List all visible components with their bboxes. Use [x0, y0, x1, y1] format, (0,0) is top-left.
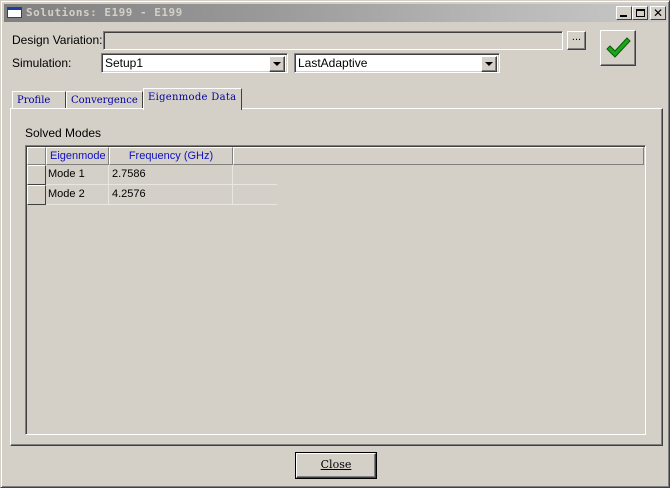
design-variation-browse-button[interactable]: ...	[567, 31, 586, 50]
checkmark-icon	[606, 37, 631, 58]
row-header[interactable]	[27, 165, 46, 185]
column-header-empty	[233, 147, 644, 165]
cell-mode-2[interactable]: Mode 2	[46, 185, 109, 205]
title-bar[interactable]: Solutions: E199 - E199 ✕	[4, 4, 667, 22]
close-button-label: Close	[320, 458, 352, 471]
chevron-down-icon	[273, 62, 281, 66]
simulation-solution-dropdown[interactable]: LastAdaptive	[294, 53, 500, 73]
apply-button[interactable]	[600, 30, 636, 66]
browse-button-label: ...	[571, 31, 582, 43]
window-title: Solutions: E199 - E199	[26, 6, 183, 19]
design-variation-label: Design Variation:	[12, 33, 103, 47]
minimize-icon	[620, 15, 627, 17]
maximize-button[interactable]	[632, 6, 648, 20]
close-button[interactable]: Close	[296, 453, 376, 478]
cell-mode-1[interactable]: Mode 1	[46, 165, 109, 185]
tab-profile[interactable]: Profile	[12, 91, 66, 109]
close-icon: ✕	[652, 6, 664, 20]
column-header-frequency[interactable]: Frequency (GHz)	[109, 147, 233, 165]
minimize-button[interactable]	[616, 6, 632, 20]
cell-frequency-1[interactable]: 2.7586	[109, 165, 233, 185]
window-icon	[7, 7, 22, 18]
cell-frequency-2[interactable]: 4.2576	[109, 185, 233, 205]
maximize-icon	[636, 9, 645, 17]
row-header[interactable]	[27, 185, 46, 205]
solution-value: LastAdaptive	[298, 56, 368, 70]
close-window-button[interactable]: ✕	[650, 6, 666, 20]
cell-filler-1	[233, 165, 277, 185]
solved-modes-grid[interactable]: Eigenmode Frequency (GHz) Mode 1 2.7586 …	[25, 145, 646, 435]
chevron-down-icon	[485, 62, 493, 66]
simulation-label: Simulation:	[12, 56, 72, 70]
design-variation-field[interactable]	[103, 31, 563, 50]
simulation-setup-dropdown[interactable]: Setup1	[101, 53, 288, 73]
solutions-dialog: Solutions: E199 - E199 ✕ Design Variatio…	[0, 0, 670, 488]
grid-corner-header[interactable]	[27, 147, 46, 165]
setup-value: Setup1	[105, 56, 144, 70]
cell-filler-2	[233, 185, 277, 205]
setup-dropdown-button[interactable]	[269, 56, 285, 72]
solved-modes-label: Solved Modes	[25, 126, 102, 140]
tab-eigenmode-data[interactable]: Eigenmode Data	[143, 88, 242, 110]
tab-convergence[interactable]: Convergence	[66, 91, 143, 109]
column-header-eigenmode[interactable]: Eigenmode	[46, 147, 109, 165]
solution-dropdown-button[interactable]	[481, 56, 497, 72]
